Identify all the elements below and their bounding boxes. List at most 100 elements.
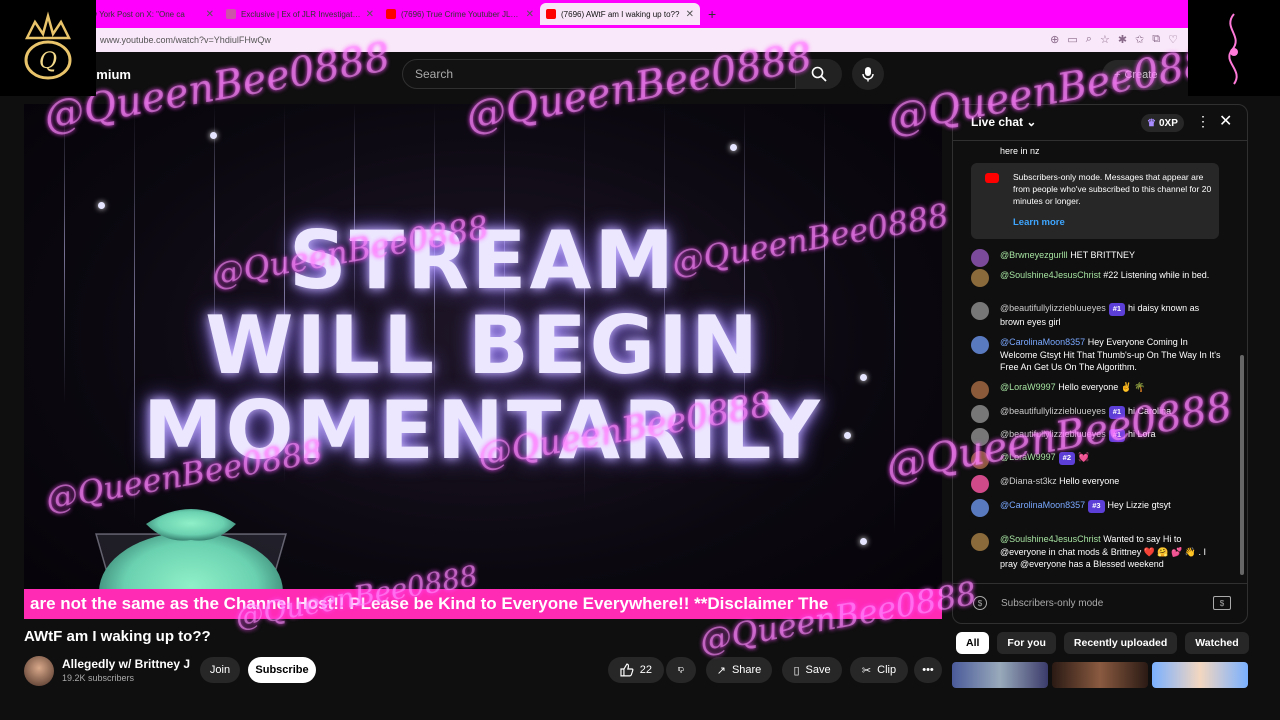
info-icon[interactable]: $ (973, 596, 987, 610)
chat-message: @beautifullylizziebluueyes #1 hi Lora (971, 428, 1221, 446)
user-avatar[interactable] (971, 475, 989, 493)
video-player[interactable]: STREAM WILL BEGIN MOMENTARILY are not th… (24, 104, 942, 619)
chip-recently-uploaded[interactable]: Recently uploaded (1063, 632, 1178, 654)
xp-badge[interactable]: ♛ 0XP (1141, 114, 1184, 132)
browser-tab[interactable]: (7696) True Crime Youtuber JLR In ✕ (380, 3, 540, 25)
screen-icon[interactable]: ▭ (1067, 33, 1077, 46)
address-bar[interactable]: ← www.youtube.com/watch?v=YhdiulFHwQw ⊕ … (0, 28, 1188, 52)
voice-search-button[interactable] (852, 58, 884, 90)
youtube-favicon-icon (386, 9, 396, 19)
member-badge: #1 (1108, 429, 1126, 442)
live-chat-title[interactable]: Live chat ⌄ (971, 115, 1036, 129)
url-text: www.youtube.com/watch?v=YhdiulFHwQw (100, 35, 271, 45)
user-avatar[interactable] (971, 302, 989, 320)
collections-icon[interactable]: ⧉ (1152, 33, 1160, 46)
microphone-icon (862, 67, 874, 82)
close-icon[interactable]: ✕ (1219, 111, 1232, 131)
chat-menu-icon[interactable]: ⋮ (1196, 113, 1210, 130)
scissors-icon: ✂ (861, 664, 872, 677)
zoom-icon[interactable]: ⌕ (1086, 33, 1092, 46)
news-ticker: are not the same as the Channel Host!! P… (24, 589, 942, 619)
user-avatar[interactable] (971, 428, 989, 446)
member-badge: #1 (1108, 406, 1126, 419)
join-button[interactable]: Join (200, 657, 240, 683)
crown-icon: ♛ (1147, 117, 1156, 129)
user-avatar[interactable] (971, 451, 989, 469)
subscribers-only-notice: Subscribers-only mode. Messages that app… (971, 163, 1219, 239)
video-thumbnail[interactable] (952, 662, 1048, 688)
save-button[interactable]: ▯ Save (782, 657, 842, 683)
tab-favicon-icon (226, 9, 236, 19)
star-icon[interactable]: ☆ (1100, 33, 1110, 46)
subscriber-count: 19.2K subscribers (62, 673, 135, 683)
user-avatar[interactable] (971, 336, 989, 354)
new-tab-button[interactable]: + (708, 6, 716, 22)
chip-for-you[interactable]: For you (997, 632, 1056, 654)
chat-message: @Diana-st3kz Hello everyone (971, 475, 1221, 493)
chat-footer: $ Subscribers-only mode $ (953, 583, 1247, 623)
like-count: 22 (639, 664, 652, 676)
chat-message: @beautifullylizziebluueyes #1 hi Carolina (971, 405, 1221, 423)
channel-name[interactable]: Allegedly w/ Brittney J (62, 657, 190, 671)
user-avatar[interactable] (971, 249, 989, 267)
chip-watched[interactable]: Watched (1185, 632, 1249, 654)
chat-message: @Soulshine4JesusChrist #22 Listening whi… (971, 269, 1221, 287)
user-avatar[interactable] (971, 269, 989, 287)
dislike-button[interactable] (666, 657, 696, 683)
clip-button[interactable]: ✂ Clip (850, 657, 908, 683)
user-avatar[interactable] (971, 381, 989, 399)
video-thumbnail[interactable] (1052, 662, 1148, 688)
chat-messages: here in nz Subscribers-only mode. Messag… (953, 141, 1239, 581)
svg-text:Q: Q (39, 49, 57, 74)
like-button[interactable]: 22 (608, 657, 664, 683)
super-chat-icon[interactable]: $ (1213, 596, 1231, 610)
video-title: AWtF am I waking up to?? (24, 628, 211, 645)
member-badge: #1 (1108, 303, 1126, 316)
search-input[interactable]: Search (402, 59, 796, 89)
more-actions-button[interactable]: ••• (914, 657, 942, 683)
plus-icon: + (1114, 69, 1121, 81)
extension-icon[interactable]: ✱ (1118, 33, 1127, 46)
tab-close-icon[interactable]: ✕ (366, 9, 374, 20)
chat-header: Live chat ⌄ ♛ 0XP ⋮ ✕ (953, 105, 1247, 141)
create-button[interactable]: + Create (1102, 60, 1170, 90)
user-avatar[interactable] (971, 533, 989, 551)
sparkle (730, 144, 737, 151)
tab-close-icon[interactable]: ✕ (206, 9, 214, 20)
live-chat-panel: Live chat ⌄ ♛ 0XP ⋮ ✕ here in nz Subscrib… (952, 104, 1248, 624)
youtube-icon (985, 173, 999, 183)
sparkle (98, 202, 105, 209)
youtube-favicon-icon (546, 9, 556, 19)
youtube-header: remium Search + Create (0, 52, 1190, 98)
chat-message-fragment: here in nz (1000, 146, 1040, 156)
queenbee-crown-logo: Q (0, 0, 96, 96)
browser-tab-active[interactable]: (7696) AWtF am I waking up to?? ✕ (540, 3, 700, 25)
video-thumbnail[interactable] (1152, 662, 1248, 688)
user-avatar[interactable] (971, 499, 989, 517)
recommendation-chips: All For you Recently uploaded Watched (956, 632, 1249, 654)
subscribe-button[interactable]: Subscribe (248, 657, 316, 683)
bookmark-icon: ▯ (793, 664, 800, 677)
more-horizontal-icon: ••• (922, 664, 934, 676)
stream-heading-line2: WILL BEGIN (205, 299, 761, 392)
search-button[interactable] (796, 59, 842, 89)
sparkle (210, 132, 217, 139)
chevron-down-icon: ⌄ (1026, 115, 1037, 129)
translate-icon[interactable]: ⊕ (1050, 33, 1059, 46)
chat-message: @LoraW9997 #2 💓 (971, 451, 1221, 469)
heart-icon[interactable]: ♡ (1168, 33, 1178, 46)
search-icon (811, 66, 827, 82)
member-badge: #2 (1058, 452, 1076, 465)
learn-more-link[interactable]: Learn more (1013, 217, 1065, 228)
chat-scrollbar[interactable] (1240, 355, 1244, 575)
share-button[interactable]: ↗ Share (706, 657, 772, 683)
channel-avatar[interactable] (24, 656, 54, 686)
tab-close-icon[interactable]: ✕ (526, 9, 534, 20)
sparkle (860, 538, 867, 545)
chip-all[interactable]: All (956, 632, 990, 654)
user-avatar[interactable] (971, 405, 989, 423)
browser-tab[interactable]: Exclusive | Ex of JLR Investigates a ✕ (220, 3, 380, 25)
thumbs-up-icon (620, 663, 634, 677)
favorites-icon[interactable]: ✩ (1135, 33, 1144, 46)
tab-close-icon[interactable]: ✕ (686, 9, 694, 20)
